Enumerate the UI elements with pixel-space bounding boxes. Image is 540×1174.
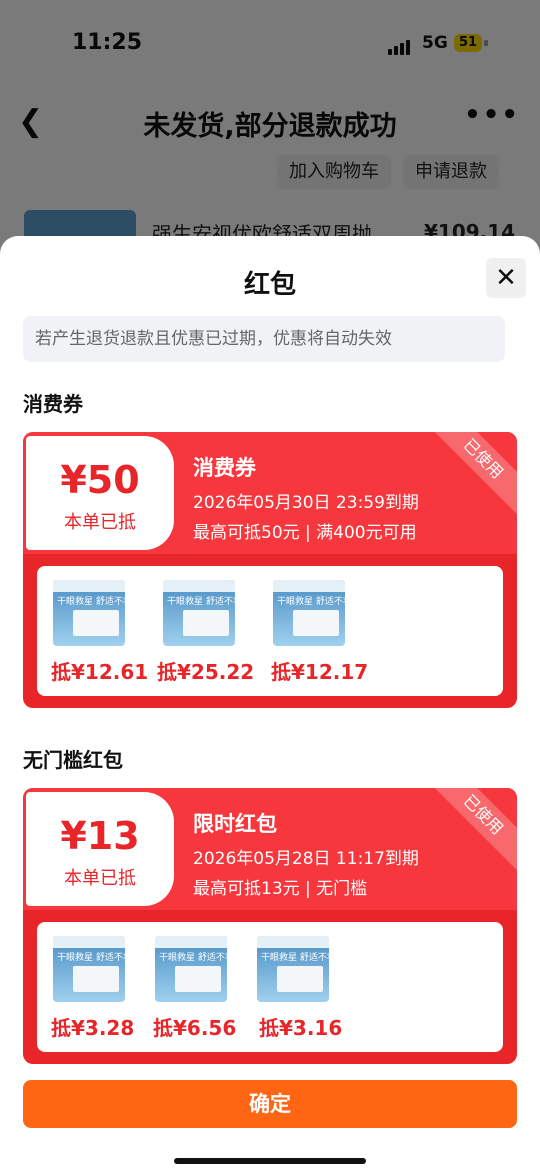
deduct-amount: 抵¥3.16 (259, 1016, 343, 1040)
used-badge: 已使用 (422, 788, 517, 876)
product-thumbnail[interactable]: 干眼救星 舒适不将就 (257, 936, 329, 1002)
product-thumbnail[interactable]: 干眼救星 舒适不将就 (53, 936, 125, 1002)
product-list: 干眼救星 舒适不将就 抵¥12.61 干眼救星 舒适不将就 抵¥25.22 干眼… (37, 566, 503, 696)
coupon-expiry: 2026年05月30日 23:59到期 (193, 493, 419, 513)
red-packet-sheet: 红包 ✕ 若产生退货退款且优惠已过期，优惠将自动失效 消费券 ¥50 本单已抵 … (0, 236, 540, 1174)
confirm-button[interactable]: 确定 (23, 1080, 517, 1128)
thumb-caption: 干眼救星 舒适不将就 (277, 597, 345, 607)
product-thumbnail[interactable]: 干眼救星 舒适不将就 (155, 936, 227, 1002)
coupon-card[interactable]: ¥50 本单已抵 消费券 2026年05月30日 23:59到期 最高可抵50元… (23, 432, 517, 708)
amount-box: ¥50 本单已抵 (26, 436, 174, 550)
product-thumbnail[interactable]: 干眼救星 舒适不将就 (163, 580, 235, 646)
expiry-notice: 若产生退货退款且优惠已过期，优惠将自动失效 (23, 316, 505, 362)
coupon-name: 限时红包 (193, 812, 277, 836)
product-thumbnail[interactable]: 干眼救星 舒适不将就 (53, 580, 125, 646)
thumb-caption: 干眼救星 舒适不将就 (57, 597, 125, 607)
coupon-expiry: 2026年05月28日 11:17到期 (193, 849, 419, 869)
thumb-caption: 干眼救星 舒适不将就 (261, 953, 329, 963)
coupon-applied-label: 本单已抵 (64, 868, 136, 889)
coupon-card[interactable]: ¥13 本单已抵 限时红包 2026年05月28日 11:17到期 最高可抵13… (23, 788, 517, 1064)
coupon-header: ¥13 本单已抵 限时红包 2026年05月28日 11:17到期 最高可抵13… (23, 788, 517, 910)
deduct-amount: 抵¥3.28 (51, 1016, 135, 1040)
coupon-header: ¥50 本单已抵 消费券 2026年05月30日 23:59到期 最高可抵50元… (23, 432, 517, 554)
close-icon[interactable]: ✕ (486, 258, 526, 298)
coupon-applied-label: 本单已抵 (64, 512, 136, 533)
deduct-amount: 抵¥6.56 (153, 1016, 237, 1040)
product-thumbnail[interactable]: 干眼救星 舒适不将就 (273, 580, 345, 646)
deduct-amount: 抵¥12.61 (51, 660, 149, 684)
coupon-name: 消费券 (193, 456, 256, 480)
thumb-caption: 干眼救星 舒适不将就 (159, 953, 227, 963)
section-title-no-threshold: 无门槛红包 (23, 748, 123, 772)
coupon-amount: ¥50 (60, 458, 140, 502)
deduct-amount: 抵¥25.22 (157, 660, 255, 684)
product-list: 干眼救星 舒适不将就 抵¥3.28 干眼救星 舒适不将就 抵¥6.56 干眼救星… (37, 922, 503, 1052)
coupon-rule: 最高可抵50元 | 满400元可用 (193, 523, 417, 543)
deduct-amount: 抵¥12.17 (271, 660, 369, 684)
used-badge: 已使用 (422, 432, 517, 520)
coupon-rule: 最高可抵13元 | 无门槛 (193, 879, 368, 899)
thumb-caption: 干眼救星 舒适不将就 (57, 953, 125, 963)
coupon-amount: ¥13 (60, 814, 140, 858)
sheet-title: 红包 (243, 270, 296, 300)
section-title-consumption: 消费券 (23, 392, 83, 416)
home-indicator[interactable] (174, 1158, 366, 1164)
amount-box: ¥13 本单已抵 (26, 792, 174, 906)
thumb-caption: 干眼救星 舒适不将就 (167, 597, 235, 607)
